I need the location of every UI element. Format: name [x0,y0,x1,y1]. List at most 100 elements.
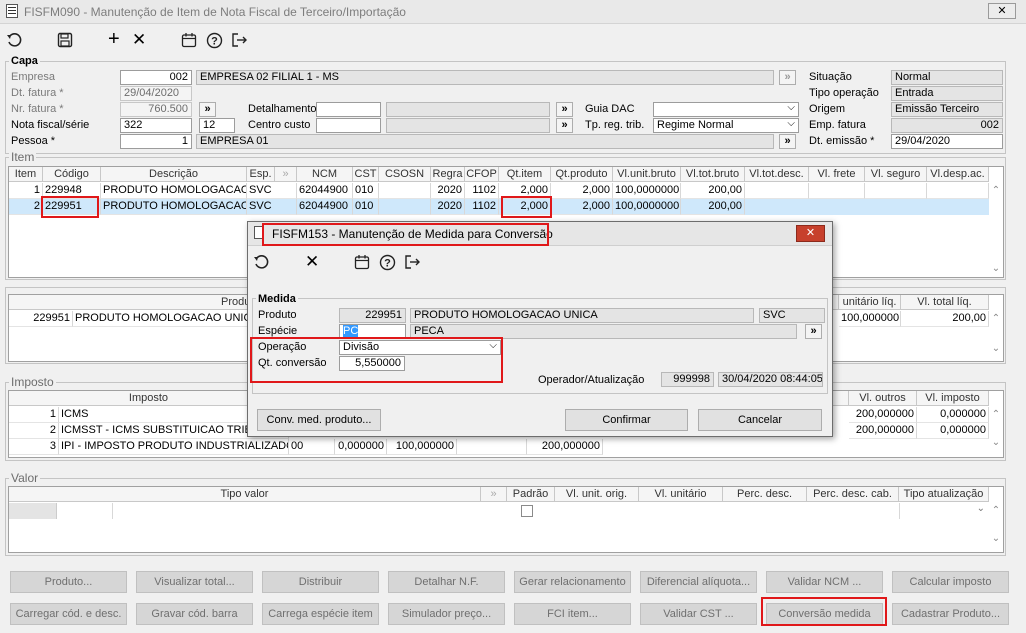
dialog-help-icon[interactable]: ? [378,253,396,271]
col-vl-desp-ac[interactable]: Vl.desp.ac. [927,167,989,182]
scroll-down-icon[interactable]: ⌄ [989,343,1003,354]
cadastrar-produto-button[interactable]: Cadastrar Produto... [892,603,1009,625]
table-cell[interactable]: 2,000 [499,199,551,215]
col-regra[interactable]: Regra [431,167,465,182]
dialog-exit-icon[interactable] [403,253,421,271]
valor-row-cell[interactable] [57,503,113,519]
dialog-calendar-icon[interactable] [353,253,371,271]
serie-field[interactable]: 12 [199,118,235,133]
dialog-cancel-icon[interactable]: ✕ [305,251,319,273]
detalhamento-lookup-button[interactable]: » [556,102,573,117]
table-cell[interactable]: 0,000000 [917,423,989,439]
padrao-checkbox[interactable] [521,505,533,517]
validar-cst-button[interactable]: Validar CST ... [640,603,757,625]
table-cell[interactable]: 010 [353,183,379,199]
table-cell[interactable]: 100,000000 [387,439,457,455]
col-vl-unitario[interactable]: Vl. unitário [639,487,723,502]
table-cell[interactable]: PRODUTO HOMOLOGACAO U [101,199,247,215]
table-cell[interactable]: 229948 [43,183,101,199]
col-vl-unit-orig[interactable]: Vl. unit. orig. [555,487,639,502]
col-qt-item[interactable]: Qt.item [499,167,551,182]
col-esp[interactable]: Esp. [247,167,275,182]
table-cell[interactable]: 2 [9,199,43,215]
scroll-down-icon[interactable]: ⌄ [989,437,1003,448]
table-cell[interactable]: 62044900 [297,199,353,215]
centro-custo-field[interactable] [316,118,381,133]
table-cell[interactable]: 62044900 [297,183,353,199]
col-codigo[interactable]: Código [43,167,101,182]
table-cell[interactable]: PRODUTO HOMOLOGACAO UNICA [73,311,253,327]
help-icon[interactable]: ? [205,31,223,49]
dialog-qt-conv-field[interactable]: 5,550000 [339,356,405,371]
produto-button[interactable]: Produto... [10,571,127,593]
col-csosn[interactable]: CSOSN [379,167,431,182]
empresa-code-field[interactable]: 002 [120,70,192,85]
table-cell[interactable]: 100,000000 [839,311,901,327]
col-vl-tot-bruto[interactable]: Vl.tot.bruto [681,167,745,182]
col-tipo-valor-filter[interactable]: » [481,487,507,502]
table-cell[interactable]: 200,000000 [849,407,917,423]
table-cell[interactable]: 1 [9,407,59,423]
calendar-icon[interactable] [180,31,198,49]
col-item[interactable]: Item [9,167,43,182]
table-cell[interactable]: 2020 [431,183,465,199]
conversao-medida-button[interactable]: Conversão medida [766,603,883,625]
col-descricao[interactable]: Descrição [101,167,247,182]
col-unitario-liq[interactable]: unitário líq. [839,295,901,310]
col-perc-desc[interactable]: Perc. desc. [723,487,807,502]
table-cell[interactable]: 200,00 [901,311,989,327]
nr-fatura-field[interactable]: 760.500 [120,102,192,117]
centro-custo-lookup-button[interactable]: » [556,118,573,133]
table-cell[interactable]: 200,00 [681,183,745,199]
table-cell[interactable]: SVC [247,183,297,199]
col-vl-tot-desc[interactable]: Vl.tot.desc. [745,167,809,182]
col-vl-seguro[interactable]: Vl. seguro [865,167,927,182]
fci-item-button[interactable]: FCI item... [514,603,631,625]
col-tipo-atualizacao[interactable]: Tipo atualização [899,487,989,502]
diferencial-aliquota-button[interactable]: Diferencial alíquota... [640,571,757,593]
table-cell[interactable]: 2,000 [499,183,551,199]
table-cell[interactable]: 2020 [431,199,465,215]
validar-ncm-button[interactable]: Validar NCM ... [766,571,883,593]
table-cell[interactable]: 200,000000 [849,423,917,439]
table-cell[interactable]: 229951 [43,199,101,215]
tipo-atualizacao-select[interactable]: ⌄ [899,503,989,519]
table-cell[interactable]: 0,000000 [335,439,387,455]
gravar-cod-barra-button[interactable]: Gravar cód. barra [136,603,253,625]
table-cell[interactable]: 200,000000 [527,439,603,455]
calcular-imposto-button[interactable]: Calcular imposto [892,571,1009,593]
col-ncm[interactable]: NCM [297,167,353,182]
col-perc-desc-cab[interactable]: Perc. desc. cab. [807,487,899,502]
table-cell[interactable] [927,183,989,199]
table-cell[interactable]: 010 [353,199,379,215]
save-icon[interactable] [56,31,74,49]
table-cell[interactable]: 200,00 [681,199,745,215]
dialog-undo-icon[interactable] [252,253,270,271]
dt-fatura-field[interactable]: 29/04/2020 [120,86,192,101]
table-cell[interactable]: 100,0000000 [613,183,681,199]
table-cell[interactable]: PRODUTO HOMOLOGACAO [101,183,247,199]
col-cst[interactable]: CST [353,167,379,182]
col-vl-unit-bruto[interactable]: Vl.unit.bruto [613,167,681,182]
nf-field[interactable]: 322 [120,118,192,133]
pessoa-lookup-button[interactable]: » [779,134,796,149]
undo-icon[interactable] [5,31,23,49]
col-vl-outros[interactable]: Vl. outros [849,391,917,406]
scroll-up-icon[interactable]: ⌃ [989,409,1003,420]
cancel-icon[interactable]: ✕ [132,29,146,51]
col-cfop[interactable]: CFOP [465,167,499,182]
carregar-cod-desc-button[interactable]: Carregar cód. e desc. [10,603,127,625]
dialog-close-button[interactable]: ✕ [796,225,825,242]
conv-med-produto-button[interactable]: Conv. med. produto... [257,409,381,431]
valor-grid[interactable]: Tipo valor » Padrão Vl. unit. orig. Vl. … [8,486,1004,553]
col-tipo-valor[interactable]: Tipo valor [9,487,481,502]
distribuir-button[interactable]: Distribuir [262,571,379,593]
pessoa-code-field[interactable]: 1 [120,134,192,149]
dialog-especie-lookup-button[interactable]: » [805,324,822,339]
col-esp-filter[interactable]: » [275,167,297,182]
col-padrao[interactable]: Padrão [507,487,555,502]
col-qt-produto[interactable]: Qt.produto [551,167,613,182]
col-vl-frete[interactable]: Vl. frete [809,167,865,182]
table-cell[interactable]: 2,000 [551,199,613,215]
table-cell[interactable]: SVC [247,199,297,215]
